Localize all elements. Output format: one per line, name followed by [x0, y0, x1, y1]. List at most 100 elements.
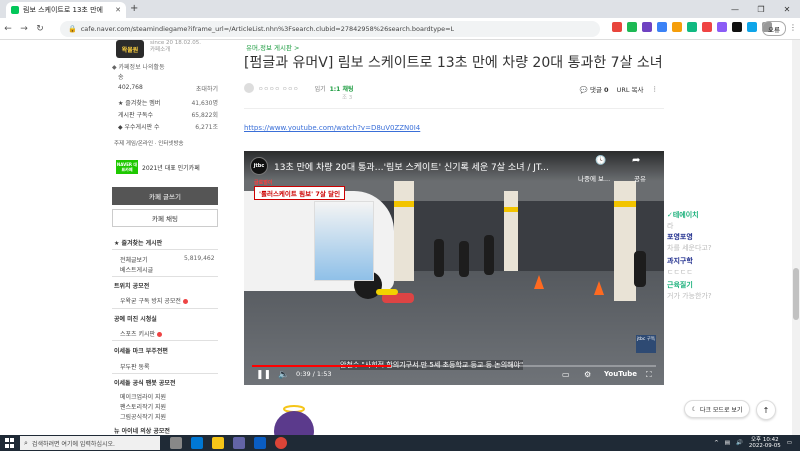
arrow-up-icon: ↑	[762, 405, 770, 415]
watch-later-icon[interactable]: 🕓	[595, 156, 606, 166]
taskbar-clock[interactable]: 오후 10:42 2022-09-05	[749, 437, 781, 449]
extension-icon[interactable]	[657, 22, 667, 32]
scrollbar-thumb[interactable]	[793, 268, 799, 320]
moon-icon: ☾	[691, 405, 697, 413]
file-explorer-icon[interactable]	[212, 437, 224, 449]
video-scene	[484, 235, 494, 275]
youtube-video-player[interactable]: jtbc 13초 만에 차량 20대 통과…'림보 스케이트' 신기록 세운 7…	[244, 151, 664, 385]
video-time: 0:39 / 1:53	[296, 370, 332, 378]
app-icon[interactable]	[254, 437, 266, 449]
chat-line: 과지구학	[667, 257, 693, 265]
cafe-chat-button[interactable]: 카페 채팅	[112, 209, 218, 227]
taskbar-search-input[interactable]: ⌕ 검색하려면 여기에 입력하십시오.	[20, 436, 160, 450]
video-scene	[634, 251, 646, 287]
video-scene	[459, 241, 469, 277]
naver-award-icon: NAVER 대표카페	[116, 160, 138, 174]
search-icon: ⌕	[24, 438, 28, 447]
dark-mode-button[interactable]: ☾ 다크 모드로 보기	[684, 400, 750, 418]
menu-item-best[interactable]: 베스트게시글	[120, 265, 153, 274]
task-view-icon[interactable]	[170, 437, 182, 449]
write-post-button[interactable]: 카페 글쓰기	[112, 187, 218, 205]
notification-icon[interactable]: ▭	[787, 440, 792, 446]
network-icon[interactable]: ▤	[725, 440, 730, 446]
close-window-button[interactable]: ✕	[774, 0, 800, 18]
address-bar[interactable]: 🔒 cafe.naver.com/steamindiegame?iframe_u…	[60, 21, 600, 37]
menu-section: 뉴 아이네 의상 공모전	[114, 428, 170, 435]
extensions-area	[612, 22, 772, 32]
article-title: [펌글과 유머ᐯ] 림보 스케이트로 13초 만에 차량 20대 통과한 7살 …	[244, 55, 663, 71]
settings-gear-icon[interactable]: ⚙	[584, 370, 591, 379]
subscribe-badge[interactable]: jtbc 구독	[636, 335, 656, 353]
extension-icon[interactable]	[627, 22, 637, 32]
chrome-icon[interactable]	[275, 437, 287, 449]
browser-tab[interactable]: 림보 스케이트로 13초 만에 ✕	[6, 2, 126, 18]
tab-close-icon[interactable]: ✕	[115, 6, 121, 14]
extension-icon[interactable]	[687, 22, 697, 32]
comment-icon: 💬	[579, 86, 588, 94]
youtube-logo[interactable]: YouTube	[604, 370, 637, 378]
edge-icon[interactable]	[191, 437, 203, 449]
stat-row: ◆ 우수게시판 수 6,271조	[118, 124, 218, 131]
kebab-menu-icon[interactable]: ⋮	[789, 23, 797, 32]
cafe-info-tabs[interactable]: ◆ 카페정보 나의활동	[112, 62, 165, 71]
extension-icon[interactable]	[612, 22, 622, 32]
video-title[interactable]: 13초 만에 차량 20대 통과…'림보 스케이트' 신기록 세운 7살 소녀 …	[274, 160, 549, 173]
reload-button[interactable]: ↻	[32, 24, 48, 34]
windows-start-icon[interactable]	[5, 438, 15, 448]
video-scene	[534, 275, 544, 289]
author-row: ㅇㅇㅇㅇ ㅇㅇㅇ 임기 1:1 채팅	[244, 83, 354, 93]
divider	[112, 373, 218, 374]
share-label: 공유	[634, 175, 646, 183]
fullscreen-icon[interactable]: ⛶	[646, 370, 652, 380]
extension-icon[interactable]	[732, 22, 742, 32]
extension-icon[interactable]	[747, 22, 757, 32]
menu-item[interactable]: 스포츠 키시판	[120, 329, 163, 338]
author-name[interactable]: ㅇㅇㅇㅇ ㅇㅇㅇ	[258, 84, 299, 93]
visual-studio-icon[interactable]	[233, 437, 245, 449]
menu-item[interactable]: 팬스토리작기 지원	[120, 402, 166, 411]
pause-icon[interactable]: ❚❚	[256, 370, 271, 380]
maximize-button[interactable]: ❐	[748, 0, 774, 18]
new-tab-button[interactable]: +	[130, 3, 138, 14]
menu-item-all-posts[interactable]: 전체글보기 5,819,462	[120, 255, 215, 264]
system-tray: ^ ▤ 🔊 오후 10:42 2022-09-05 ▭	[714, 435, 792, 451]
menu-item[interactable]: 메이크업라이 지원	[120, 392, 166, 401]
minimize-button[interactable]: —	[722, 0, 748, 18]
youtube-link[interactable]: https://www.youtube.com/watch?v=D8uV0ZZN…	[244, 124, 420, 132]
volume-icon[interactable]: 🔈	[278, 370, 289, 380]
cafe-logo[interactable]: 왁물원	[116, 40, 144, 58]
profile-button[interactable]: 오류	[762, 21, 786, 36]
one-on-one-chat-link[interactable]: 1:1 채팅	[330, 84, 354, 93]
menu-item[interactable]: 우왁굳 구독 방지 공모전	[120, 296, 188, 305]
extension-icon[interactable]	[717, 22, 727, 32]
extension-icon[interactable]	[672, 22, 682, 32]
chat-line: ㄷㄷㄷㄷ	[667, 268, 693, 276]
menu-section: 트위치 공모전	[114, 283, 150, 290]
board-link[interactable]: 유머,정보 게시판 >	[246, 42, 300, 52]
video-scene	[394, 181, 414, 281]
forward-button[interactable]: →	[16, 24, 32, 34]
menu-item[interactable]: 그림공식작기 지원	[120, 412, 166, 421]
address-toolbar: ← → ↻ 🔒 cafe.naver.com/steamindiegame?if…	[0, 18, 800, 40]
menu-item[interactable]: 부두판 동록	[120, 362, 150, 371]
more-options-icon[interactable]: ⋮	[652, 85, 659, 93]
extension-icon[interactable]	[702, 22, 712, 32]
captions-icon[interactable]: ▭	[562, 370, 570, 379]
channel-logo[interactable]: jtbc	[250, 157, 268, 175]
fav-boards-header[interactable]: ★ 즐겨찾는 게시판	[114, 238, 162, 247]
extension-icon[interactable]	[642, 22, 652, 32]
tray-arrow-icon[interactable]: ^	[714, 440, 719, 446]
taskbar-apps	[170, 437, 287, 449]
volume-icon[interactable]: 🔊	[736, 440, 743, 446]
url-text: cafe.naver.com/steamindiegame?iframe_url…	[80, 25, 455, 33]
chat-line: 차를 세운다고?	[667, 244, 712, 252]
url-copy-button[interactable]: URL 복사	[617, 84, 644, 94]
scroll-top-button[interactable]: ↑	[756, 400, 776, 420]
avatar[interactable]	[244, 83, 254, 93]
news-tag: 글로벌이	[254, 180, 273, 186]
menu-section: 공예 미진 시청실	[114, 316, 157, 323]
back-button[interactable]: ←	[0, 24, 16, 34]
share-icon[interactable]: ➦	[632, 155, 640, 166]
page-scrollbar[interactable]	[792, 40, 800, 435]
comment-button[interactable]: 💬 댓글 0	[580, 84, 609, 94]
